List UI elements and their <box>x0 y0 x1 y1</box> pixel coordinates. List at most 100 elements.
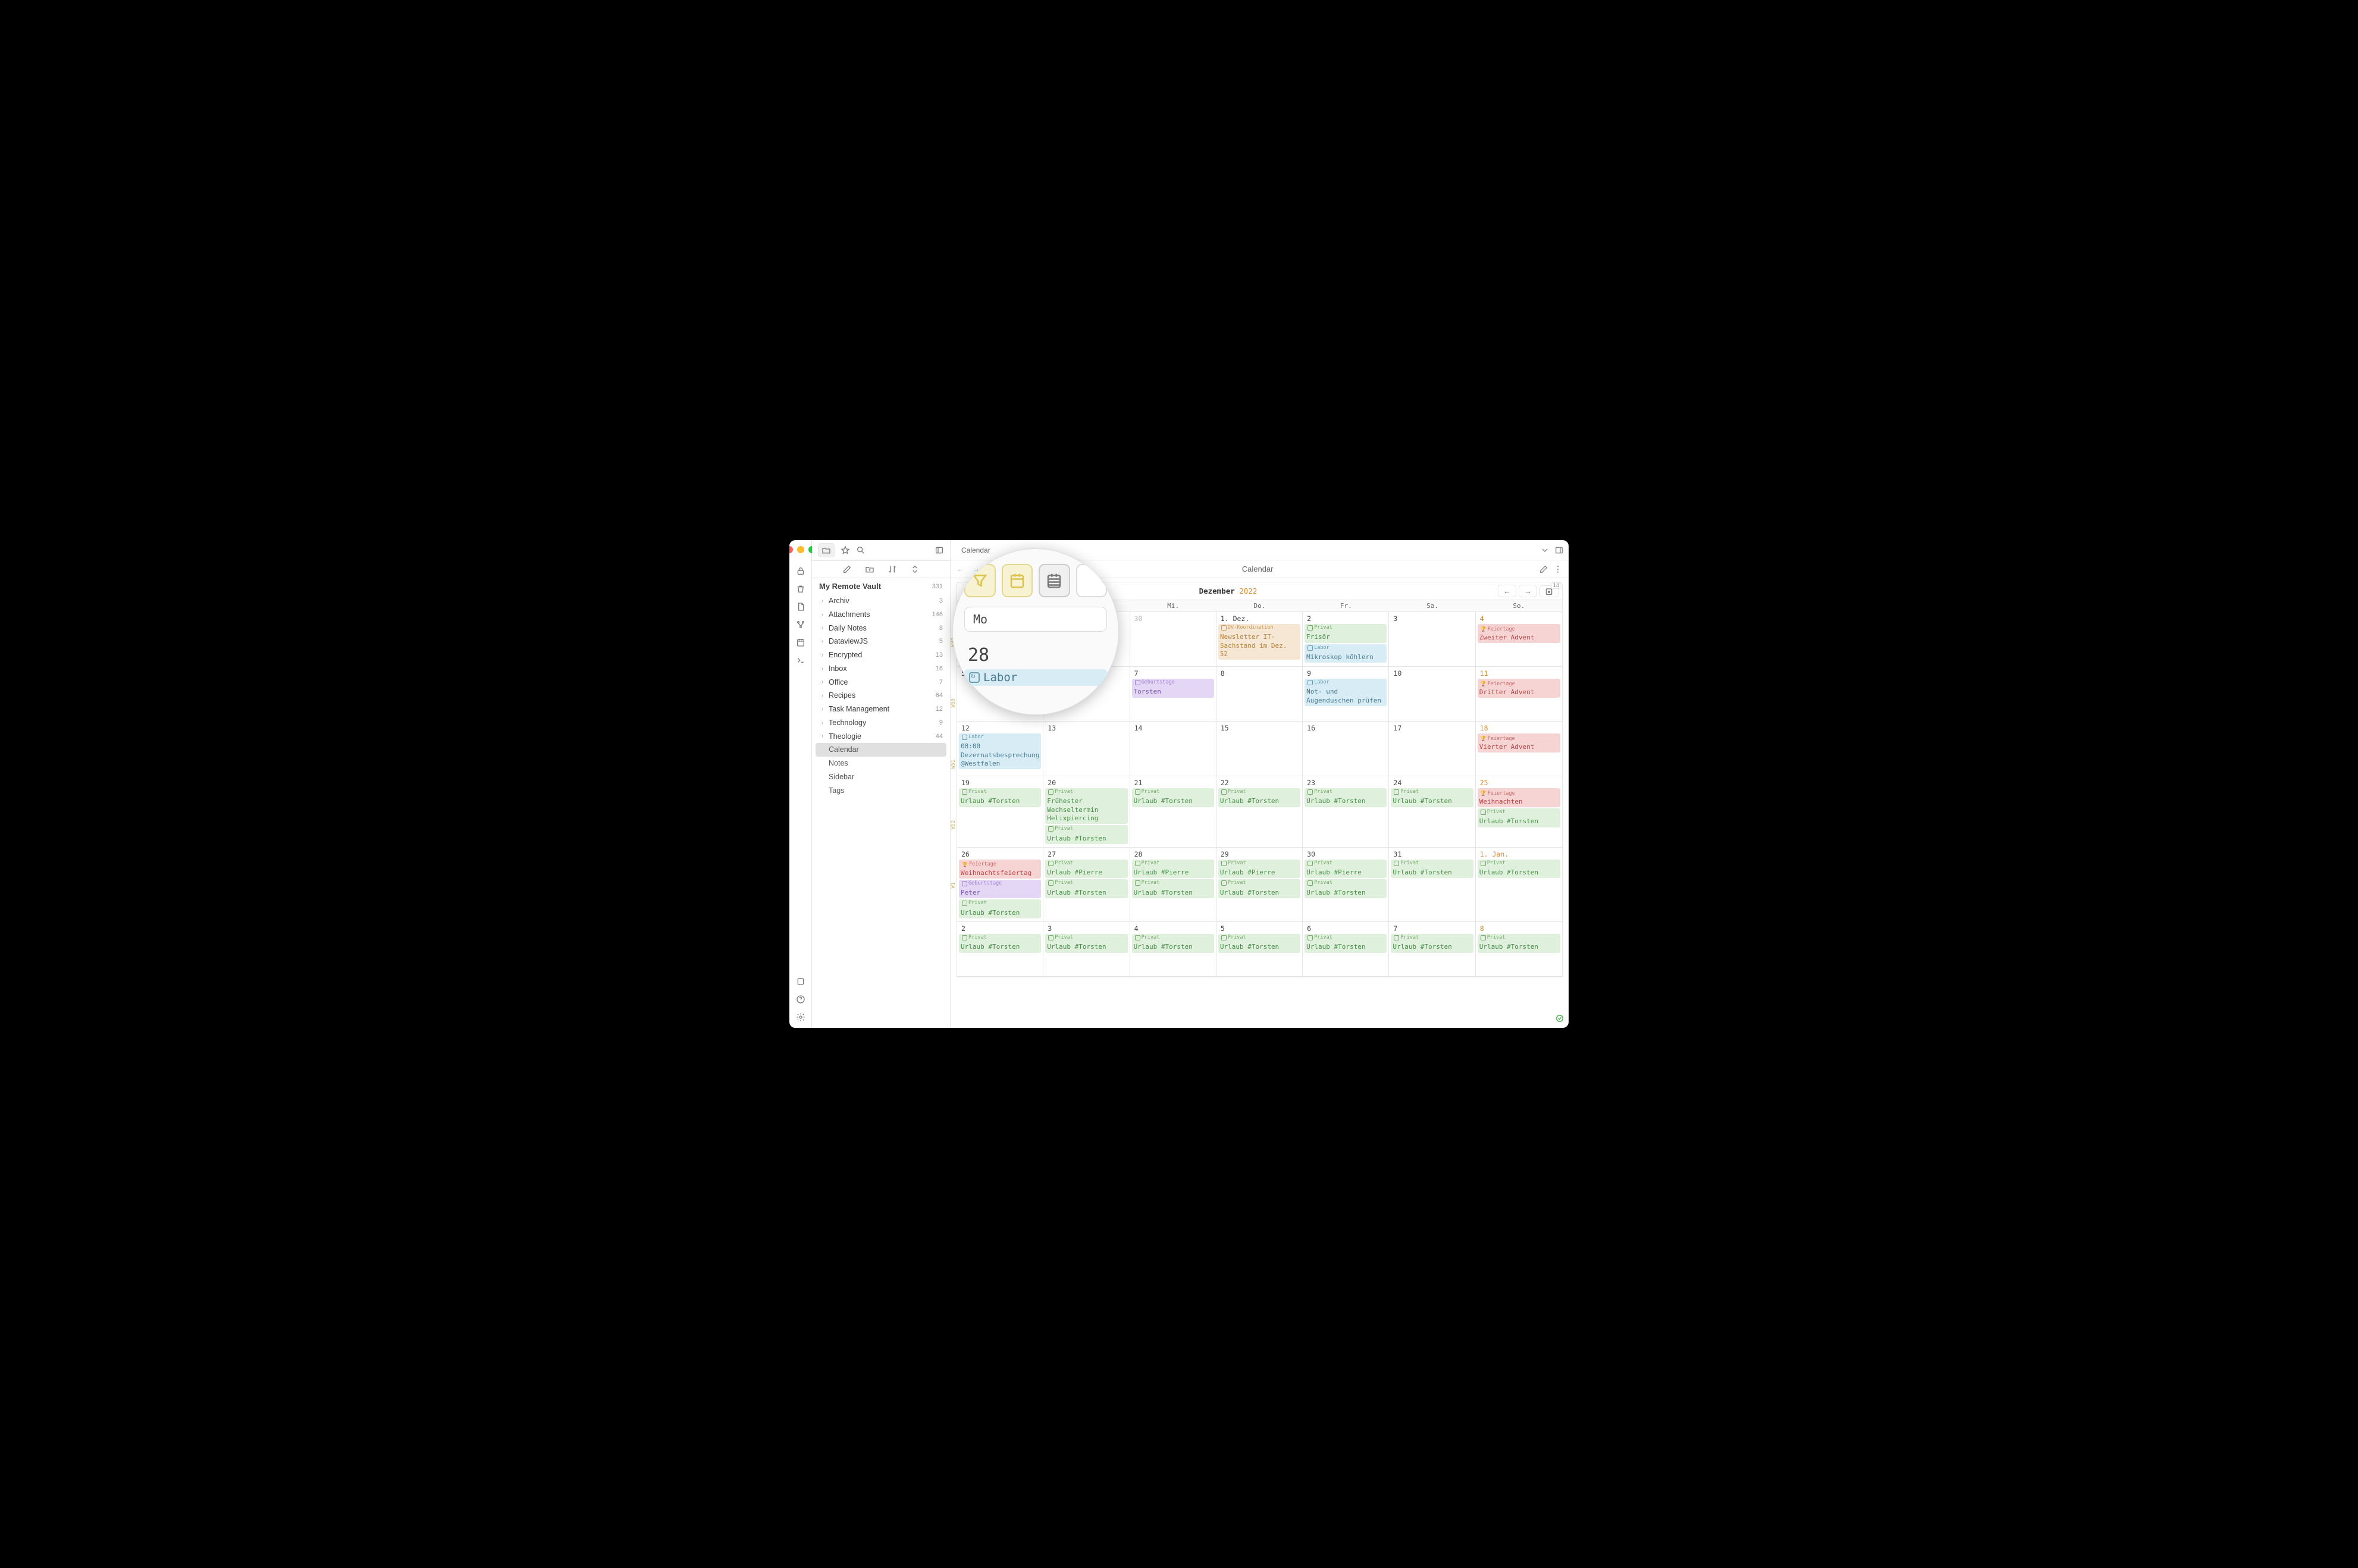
day-cell[interactable]: 5PrivatUrlaub #Torsten <box>1216 922 1303 977</box>
calendar-event[interactable]: PrivatUrlaub #Torsten <box>1218 879 1300 898</box>
file-item[interactable]: Notes <box>812 757 950 770</box>
edit-icon[interactable] <box>1539 565 1548 574</box>
day-cell[interactable]: 27PrivatUrlaub #PierrePrivatUrlaub #Tors… <box>1043 848 1130 922</box>
day-cell[interactable]: 3 <box>1389 612 1475 667</box>
lens-event[interactable]: Labor <box>964 669 1107 686</box>
prev-month-button[interactable]: ← <box>1498 585 1516 597</box>
day-cell[interactable]: 8 <box>1216 667 1303 722</box>
day-cell[interactable]: 23PrivatUrlaub #Torsten <box>1303 776 1389 848</box>
day-cell[interactable]: 4PrivatUrlaub #Torsten <box>1130 922 1216 977</box>
day-cell[interactable]: 7PrivatUrlaub #Torsten <box>1389 922 1475 977</box>
folder-item[interactable]: ›Task Management12 <box>812 703 950 716</box>
day-cell[interactable]: 24PrivatUrlaub #Torsten <box>1389 776 1475 848</box>
day-cell[interactable]: 30PrivatUrlaub #PierrePrivatUrlaub #Tors… <box>1303 848 1389 922</box>
help-icon[interactable] <box>796 995 805 1004</box>
file-item[interactable]: Tags <box>812 784 950 798</box>
calendar-event[interactable]: PrivatUrlaub #Torsten <box>1391 934 1473 953</box>
day-cell[interactable]: 12Labor08:00 Dezernatsbesprechung @Westf… <box>957 722 1043 776</box>
calendar-event[interactable]: PrivatUrlaub #Torsten <box>1478 934 1560 953</box>
calendar-event[interactable]: PrivatUrlaub #Torsten <box>1132 934 1214 953</box>
sidedock-icon[interactable] <box>1554 545 1564 555</box>
calendar-event[interactable]: PrivatUrlaub #Pierre <box>1305 860 1387 879</box>
lock-icon[interactable] <box>796 566 805 576</box>
collapse-icon[interactable] <box>910 565 920 574</box>
folder-item[interactable]: ›Attachments146 <box>812 608 950 622</box>
calendar-event[interactable]: LaborMikroskop köhlern <box>1305 644 1387 663</box>
folder-item[interactable]: ›Archiv3 <box>812 594 950 608</box>
folder-item[interactable]: ›Inbox16 <box>812 662 950 676</box>
day-cell[interactable]: 16 <box>1303 722 1389 776</box>
calendar-event[interactable]: LaborNot- und Augenduschen prüfen <box>1305 679 1387 706</box>
vault-header[interactable]: My Remote Vault 331 <box>812 578 950 594</box>
calendar-event[interactable]: PrivatUrlaub #Torsten <box>1132 788 1214 807</box>
folder-item[interactable]: ›DataviewJS5 <box>812 635 950 648</box>
day-cell[interactable]: 10 <box>1389 667 1475 722</box>
new-folder-icon[interactable] <box>865 565 874 574</box>
page-icon[interactable] <box>796 602 805 611</box>
calendar-event[interactable]: PrivatUrlaub #Torsten <box>1478 860 1560 879</box>
calendar-event[interactable]: PrivatUrlaub #Torsten <box>959 788 1041 807</box>
calendar-event[interactable]: DV-KoordinationNewsletter IT-Sachstand i… <box>1218 624 1300 660</box>
more-icon[interactable] <box>1553 565 1563 574</box>
calendar-event[interactable]: PrivatUrlaub #Torsten <box>959 934 1041 953</box>
calendar-icon[interactable] <box>796 638 805 647</box>
day-cell[interactable]: 2PrivatUrlaub #Torsten <box>957 922 1043 977</box>
day-cell[interactable]: 8PrivatUrlaub #Torsten <box>1476 922 1562 977</box>
sync-status-icon[interactable] <box>1556 1014 1564 1024</box>
day-cell[interactable]: 19PrivatUrlaub #Torsten <box>957 776 1043 848</box>
calendar-event[interactable]: GeburtstageTorsten <box>1132 679 1214 698</box>
folder-item[interactable]: ›Office7 <box>812 676 950 689</box>
day-cell[interactable]: 26FeiertageWeihnachtsfeiertagGeburtstage… <box>957 848 1043 922</box>
graph-icon[interactable] <box>796 620 805 629</box>
calendar-event[interactable]: PrivatUrlaub #Torsten <box>1132 879 1214 898</box>
folder-item[interactable]: ›Recipes64 <box>812 689 950 703</box>
calendar-event[interactable]: PrivatUrlaub #Torsten <box>959 899 1041 918</box>
day-cell[interactable]: 6PrivatUrlaub #Torsten <box>1303 922 1389 977</box>
active-tab[interactable]: Calendar <box>955 544 996 557</box>
folder-item[interactable]: ›Technology9 <box>812 716 950 730</box>
folder-item[interactable]: ›Encrypted13 <box>812 648 950 662</box>
close-dot[interactable] <box>789 546 793 553</box>
star-icon[interactable] <box>841 545 850 555</box>
terminal-icon[interactable] <box>796 656 805 665</box>
search-icon[interactable] <box>856 545 866 555</box>
chevron-down-icon[interactable] <box>1540 545 1550 555</box>
day-cell[interactable]: 17 <box>1389 722 1475 776</box>
calendar-event[interactable]: PrivatUrlaub #Torsten <box>1305 934 1387 953</box>
next-month-button[interactable]: → <box>1519 585 1537 597</box>
day-cell[interactable]: 11FeiertageDritter Advent <box>1476 667 1562 722</box>
trash-icon[interactable] <box>796 584 805 594</box>
day-cell[interactable]: 1. Dez.DV-KoordinationNewsletter IT-Sach… <box>1216 612 1303 667</box>
minimize-dot[interactable] <box>797 546 804 553</box>
calendar-event[interactable]: FeiertageWeihnachten <box>1478 788 1560 807</box>
day-cell[interactable]: 4FeiertageZweiter Advent <box>1476 612 1562 667</box>
folder-open-icon[interactable] <box>818 543 835 557</box>
day-cell[interactable]: 22PrivatUrlaub #Torsten <box>1216 776 1303 848</box>
day-cell[interactable]: 30 <box>1130 612 1216 667</box>
day-cell[interactable]: 2PrivatFrisörLaborMikroskop köhlern <box>1303 612 1389 667</box>
day-cell[interactable]: 3PrivatUrlaub #Torsten <box>1043 922 1130 977</box>
day-cell[interactable]: 13 <box>1043 722 1130 776</box>
new-note-icon[interactable] <box>842 565 852 574</box>
file-item[interactable]: Calendar <box>816 743 946 757</box>
gear-icon[interactable] <box>796 1012 805 1022</box>
calendar-event[interactable]: PrivatUrlaub #Torsten <box>1218 934 1300 953</box>
lens-search-input[interactable]: Mo <box>964 607 1107 632</box>
day-cell[interactable]: 21PrivatUrlaub #Torsten <box>1130 776 1216 848</box>
calendar-event[interactable]: PrivatUrlaub #Torsten <box>1045 934 1127 953</box>
day-cell[interactable]: 25FeiertageWeihnachtenPrivatUrlaub #Tors… <box>1476 776 1562 848</box>
window-controls[interactable] <box>789 546 816 553</box>
sort-icon[interactable] <box>888 565 897 574</box>
today-button[interactable]: 14 <box>1539 585 1559 597</box>
calendar-event[interactable]: PrivatUrlaub #Torsten <box>1305 879 1387 898</box>
calendar-event[interactable]: PrivatUrlaub #Torsten <box>1045 825 1127 844</box>
calendar-event[interactable]: PrivatUrlaub #Torsten <box>1218 788 1300 807</box>
calendar-event[interactable]: PrivatFrühester Wechseltermin Helixpierc… <box>1045 788 1127 824</box>
calendar-event[interactable]: GeburtstagePeter <box>959 880 1041 899</box>
lens-month-button[interactable] <box>1002 564 1033 597</box>
calendar-event[interactable]: PrivatFrisör <box>1305 624 1387 643</box>
folder-item[interactable]: ›Theologie44 <box>812 730 950 744</box>
calendar-event[interactable]: PrivatUrlaub #Torsten <box>1478 808 1560 827</box>
calendar-event[interactable]: FeiertageVierter Advent <box>1478 733 1560 752</box>
day-cell[interactable]: 28PrivatUrlaub #PierrePrivatUrlaub #Tors… <box>1130 848 1216 922</box>
